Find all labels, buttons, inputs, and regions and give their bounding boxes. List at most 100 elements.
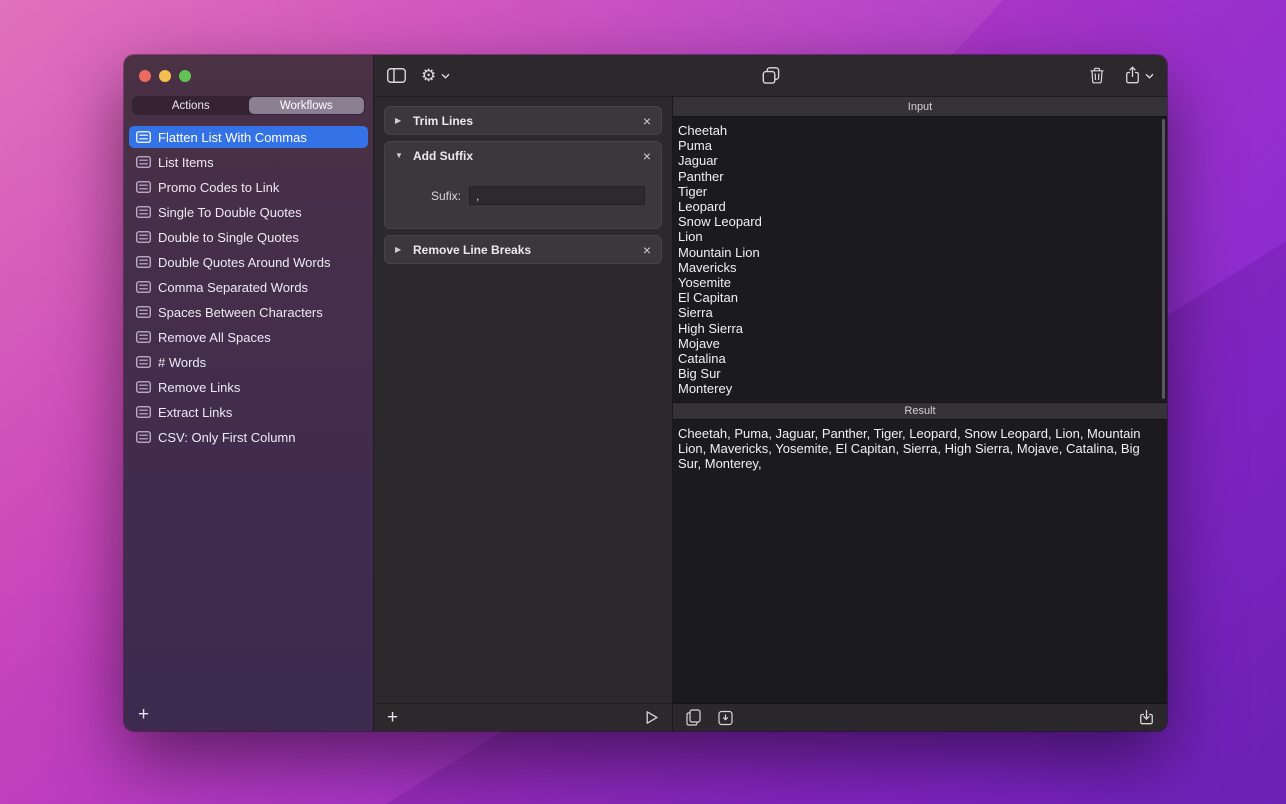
workflow-settings-button[interactable]: ⚙ <box>421 67 450 84</box>
sidebar-item-label: Spaces Between Characters <box>158 305 323 320</box>
result-textarea: Cheetah, Puma, Jaguar, Panther, Tiger, L… <box>673 420 1167 703</box>
chevron-down-icon <box>441 73 450 79</box>
run-workflow-button[interactable] <box>645 710 659 725</box>
sidebar-item-csv-first-column[interactable]: CSV: Only First Column <box>129 426 368 448</box>
add-workflow-button[interactable]: + <box>138 705 149 724</box>
remove-action-button[interactable]: × <box>643 149 651 163</box>
workflow-icon <box>136 256 151 268</box>
sidebar-item-label: Comma Separated Words <box>158 280 308 295</box>
duplicate-icon <box>762 67 779 84</box>
sidebar-item-spaces-between[interactable]: Spaces Between Characters <box>129 301 368 323</box>
workflow-icon <box>136 156 151 168</box>
minimize-button[interactable] <box>159 70 171 82</box>
workflow-bottom-bar: + <box>374 703 672 731</box>
suffix-label: Sufix: <box>431 189 461 203</box>
share-chevron-down-icon <box>1145 73 1154 79</box>
sidebar-item-label: Single To Double Quotes <box>158 205 302 220</box>
sidebar-item-remove-links[interactable]: Remove Links <box>129 376 368 398</box>
sidebar-bottom-bar: + <box>124 697 373 731</box>
sidebar-item-promo-codes[interactable]: Promo Codes to Link <box>129 176 368 198</box>
sidebar-item-hash-words[interactable]: # Words <box>129 351 368 373</box>
action-card-header[interactable]: ▶ Trim Lines × <box>385 107 661 134</box>
sidebar-toggle-button[interactable] <box>387 68 406 83</box>
workflow-icon <box>136 431 151 443</box>
remove-action-button[interactable]: × <box>643 114 651 128</box>
io-bottom-bar <box>673 703 1167 731</box>
gear-icon: ⚙ <box>421 67 436 84</box>
main-area: ⚙ <box>374 55 1167 731</box>
workflow-panel: ▶ Trim Lines × ▼ Add Suffix × Sufix: <box>374 97 673 731</box>
workflow-icon <box>136 381 151 393</box>
sidebar-item-double-quotes-words[interactable]: Double Quotes Around Words <box>129 251 368 273</box>
share-icon <box>1125 66 1140 85</box>
delete-workflow-button[interactable] <box>1089 67 1105 84</box>
content-area: ▶ Trim Lines × ▼ Add Suffix × Sufix: <box>374 97 1167 731</box>
toolbar-right-group <box>1089 66 1154 85</box>
action-title: Add Suffix <box>413 149 634 163</box>
workflow-icon <box>136 406 151 418</box>
sidebar-item-comma-separated[interactable]: Comma Separated Words <box>129 276 368 298</box>
workflow-icon <box>136 231 151 243</box>
add-action-button[interactable]: + <box>387 708 398 727</box>
workflow-icon <box>136 306 151 318</box>
workflow-list: Flatten List With Commas List Items Prom… <box>124 126 373 697</box>
result-to-input-icon <box>718 710 733 726</box>
tab-switcher: Actions Workflows <box>132 96 365 115</box>
action-card-add-suffix: ▼ Add Suffix × Sufix: <box>384 141 662 229</box>
sidebar-item-remove-all-spaces[interactable]: Remove All Spaces <box>129 326 368 348</box>
toolbar: ⚙ <box>374 55 1167 97</box>
share-button[interactable] <box>1125 66 1154 85</box>
action-card-body: Sufix: <box>385 169 661 228</box>
trash-icon <box>1089 67 1105 84</box>
action-card-trim-lines: ▶ Trim Lines × <box>384 106 662 135</box>
sidebar-item-label: # Words <box>158 355 206 370</box>
input-textarea[interactable]: Cheetah Puma Jaguar Panther Tiger Leopar… <box>673 117 1167 402</box>
sidebar-item-label: Double Quotes Around Words <box>158 255 330 270</box>
download-icon <box>1139 709 1154 726</box>
result-to-input-button[interactable] <box>718 710 733 726</box>
traffic-lights <box>124 55 373 82</box>
suffix-input[interactable] <box>469 186 645 205</box>
result-text: Cheetah, Puma, Jaguar, Panther, Tiger, L… <box>673 420 1167 472</box>
sidebar-item-label: Extract Links <box>158 405 232 420</box>
sidebar-item-label: Double to Single Quotes <box>158 230 299 245</box>
remove-action-button[interactable]: × <box>643 243 651 257</box>
action-card-header[interactable]: ▶ Remove Line Breaks × <box>385 236 661 263</box>
tab-actions[interactable]: Actions <box>133 97 249 114</box>
workflow-icon <box>136 181 151 193</box>
io-panel: Input Cheetah Puma Jaguar Panther Tiger … <box>673 97 1167 731</box>
close-button[interactable] <box>139 70 151 82</box>
input-text: Cheetah Puma Jaguar Panther Tiger Leopar… <box>673 117 1167 397</box>
duplicate-workflow-button[interactable] <box>762 67 779 84</box>
workflow-icon <box>136 281 151 293</box>
sidebar-item-extract-links[interactable]: Extract Links <box>129 401 368 423</box>
sidebar-item-single-to-double[interactable]: Single To Double Quotes <box>129 201 368 223</box>
sidebar: Actions Workflows Flatten List With Comm… <box>124 55 374 731</box>
sidebar-item-flatten-list[interactable]: Flatten List With Commas <box>129 126 368 148</box>
sidebar-item-label: Remove Links <box>158 380 240 395</box>
action-title: Trim Lines <box>413 114 634 128</box>
workflow-icon <box>136 206 151 218</box>
sidebar-item-label: Flatten List With Commas <box>158 130 307 145</box>
zoom-button[interactable] <box>179 70 191 82</box>
sidebar-item-label: List Items <box>158 155 214 170</box>
sidebar-item-list-items[interactable]: List Items <box>129 151 368 173</box>
input-header: Input <box>673 97 1167 117</box>
action-card-header[interactable]: ▼ Add Suffix × <box>385 142 661 169</box>
disclosure-collapsed-icon[interactable]: ▶ <box>395 245 404 254</box>
action-title: Remove Line Breaks <box>413 243 634 257</box>
disclosure-expanded-icon[interactable]: ▼ <box>395 151 404 160</box>
copy-result-button[interactable] <box>686 709 701 726</box>
input-scrollbar[interactable] <box>1162 119 1165 399</box>
disclosure-collapsed-icon[interactable]: ▶ <box>395 116 404 125</box>
sidebar-item-double-to-single[interactable]: Double to Single Quotes <box>129 226 368 248</box>
action-cards: ▶ Trim Lines × ▼ Add Suffix × Sufix: <box>374 97 672 703</box>
sidebar-item-label: CSV: Only First Column <box>158 430 296 445</box>
toolbar-left-group: ⚙ <box>387 67 450 84</box>
app-window: Actions Workflows Flatten List With Comm… <box>124 55 1167 731</box>
sidebar-toggle-icon <box>387 68 406 83</box>
tab-workflows[interactable]: Workflows <box>249 97 365 114</box>
save-result-button[interactable] <box>1139 709 1154 726</box>
copy-icon <box>686 709 701 726</box>
action-card-remove-line-breaks: ▶ Remove Line Breaks × <box>384 235 662 264</box>
